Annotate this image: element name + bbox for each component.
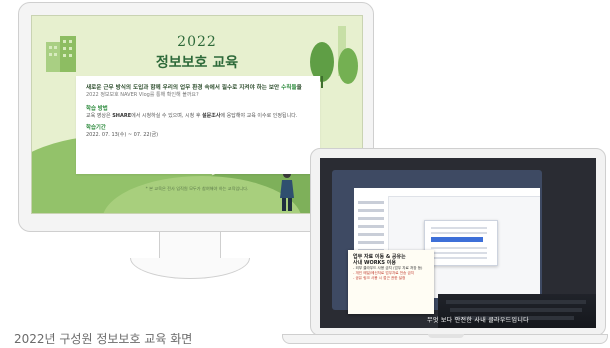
image-caption: 2022년 구성원 정보보호 교육 화면 [14, 332, 193, 346]
share-link[interactable]: SHARE [112, 113, 131, 119]
method-text-part: 에서 시청하실 수 있으며, 시청 후 [131, 112, 203, 119]
file-dialog [424, 220, 498, 266]
sticky-note: 업무 자료 이동 & 공유는 사내 WORKS 이용 - 외부 클라우드 사용 … [348, 250, 434, 314]
method-text-part: 에 응답해야 교육 이수로 인정됩니다. [220, 112, 298, 119]
laptop-screen: 업무 자료 이동 & 공유는 사내 WORKS 이용 - 외부 클라우드 사용 … [320, 158, 596, 328]
monitor-stand-base [130, 258, 250, 279]
video-subtitle: 무엇 보다 안전한 사내 클라우드입니다 [427, 317, 529, 324]
survey-link[interactable]: 설문조사 [202, 113, 220, 119]
period-heading: 학습기간 [86, 125, 106, 132]
card-lead-suffix: 을 [296, 85, 302, 91]
laptop-notch [428, 334, 464, 338]
page-year: 2022 [177, 34, 217, 50]
note-line: - 공유 링크 사용 시 접근 권한 설정 [353, 275, 406, 280]
card-lead-highlight: 수칙들 [281, 85, 297, 91]
info-card: 새로운 근무 방식의 도입과 함께 우리의 업무 환경 속에서 필수로 지켜야 … [76, 76, 320, 174]
method-text: 교육 영상은 SHARE에서 시청하실 수 있으며, 시청 후 설문조사에 응답… [86, 113, 310, 120]
method-text-part: 교육 영상은 [86, 112, 113, 119]
laptop: 업무 자료 이동 & 공유는 사내 WORKS 이용 - 외부 클라우드 사용 … [310, 148, 606, 336]
period-text: 2022. 07. 13(수) ~ 07. 22(금) [86, 132, 159, 139]
page-title: 정보보호 교육 [155, 55, 239, 71]
card-lead-prefix: 새로운 근무 방식의 도입과 함께 우리의 업무 환경 속에서 필수로 지켜야 … [86, 85, 282, 91]
monitor-stand-neck [159, 232, 221, 260]
card-subtext: 2022 정보보호 NAVER Vlog를 통해 확인해 볼까요? [86, 92, 199, 99]
selected-row [431, 237, 483, 242]
method-heading: 학습 방법 [86, 105, 108, 112]
